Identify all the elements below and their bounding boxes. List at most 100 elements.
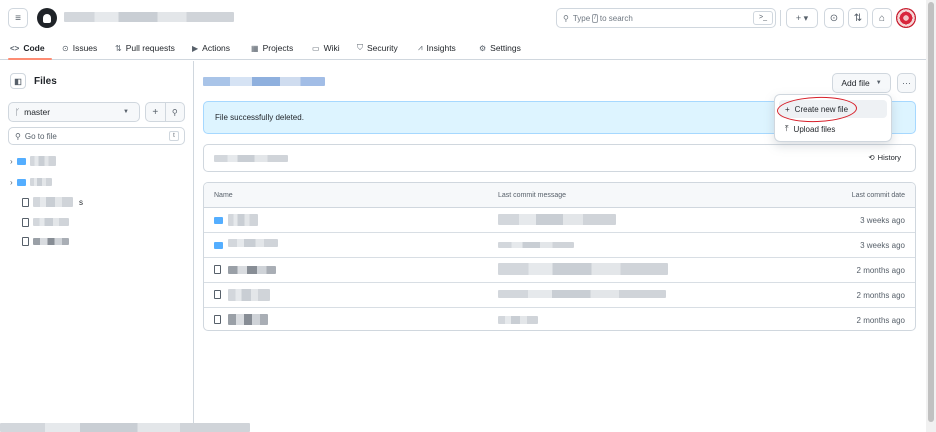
inbox-icon[interactable]: ⌂ — [872, 8, 892, 28]
table-row[interactable]: 2 months ago — [204, 308, 915, 330]
file-icon — [214, 265, 221, 274]
add-file-button[interactable]: Add file ▼ — [832, 73, 891, 93]
repo-nav: <> Code ⊙ Issues ⇅ Pull requests ▶ Actions ▦… — [0, 36, 926, 60]
file-tree-sidebar: ◧ Files ᚴ master ▼ + ⚲ ⚲ Go to file t › … — [0, 61, 194, 432]
more-options-button[interactable]: ··· — [897, 73, 916, 93]
file-name[interactable] — [228, 289, 270, 301]
github-logo-icon[interactable] — [37, 8, 57, 28]
tree-item-label — [33, 237, 69, 245]
tab-security[interactable]: ⛉ Security — [357, 40, 398, 56]
tab-projects[interactable]: ▦ Projects — [251, 40, 293, 56]
repo-path-title[interactable] — [64, 12, 234, 22]
folder-icon — [16, 157, 26, 165]
tab-label: Insights — [426, 43, 456, 53]
file-icon — [22, 197, 29, 207]
commit-message[interactable] — [498, 214, 616, 225]
folder-icon — [214, 217, 223, 224]
commit-date: 2 months ago — [856, 316, 905, 325]
files-title: Files — [34, 75, 57, 87]
commit-message[interactable] — [498, 290, 666, 298]
tree-item-label — [29, 156, 56, 166]
latest-commit-bar: ⟲ History — [203, 144, 916, 172]
commit-date: 2 months ago — [856, 266, 905, 275]
breadcrumb[interactable] — [203, 77, 325, 86]
header-divider — [780, 10, 781, 26]
add-file-label: Add file — [841, 78, 870, 88]
tab-label: Wiki — [323, 43, 340, 53]
issues-icon[interactable]: ⊙ — [824, 8, 844, 28]
create-new-file-item[interactable]: + Create new file — [779, 100, 887, 118]
scrollbar-thumb[interactable] — [928, 2, 934, 422]
latest-commit-info[interactable] — [214, 155, 288, 162]
tab-issues[interactable]: ⊙ Issues — [62, 40, 97, 56]
search-placeholder-prefix: Type — [572, 13, 591, 23]
create-new-button[interactable]: + ▾ — [786, 8, 818, 28]
hamburger-menu-icon[interactable]: ≡ — [8, 8, 28, 28]
collapse-sidebar-icon[interactable]: ◧ — [10, 73, 26, 89]
table-row[interactable]: 3 weeks ago — [204, 208, 915, 233]
tree-item-suffix: s — [79, 197, 83, 207]
commit-message[interactable] — [498, 242, 574, 248]
tab-label: Issues — [72, 43, 98, 53]
command-palette-button[interactable]: >_ — [753, 11, 773, 25]
go-to-file-input[interactable]: ⚲ Go to file t — [8, 127, 185, 145]
status-url-bar — [0, 423, 250, 432]
page-scrollbar[interactable] — [926, 0, 936, 432]
table-row[interactable]: 3 weeks ago — [204, 233, 915, 258]
menu-item-label: Upload files — [793, 124, 836, 134]
tree-file[interactable]: s — [22, 195, 83, 209]
upload-icon: ⤒ — [785, 124, 789, 133]
history-icon: ⟲ — [868, 153, 875, 162]
add-file-icon[interactable]: + — [146, 103, 165, 121]
tab-actions[interactable]: ▶ Actions — [192, 40, 230, 56]
tab-label: Security — [367, 43, 398, 53]
chevron-down-icon: ▼ — [875, 80, 882, 86]
chevron-down-icon: ▼ — [123, 109, 129, 115]
add-file-dropdown: + Create new file ⤒ Upload files — [774, 94, 892, 142]
tree-item-label — [33, 218, 69, 226]
branch-name: master — [24, 107, 51, 117]
file-name[interactable] — [228, 314, 268, 325]
column-commit-date: Last commit date — [851, 192, 905, 199]
file-name[interactable] — [228, 266, 276, 274]
go-to-file-placeholder: Go to file — [24, 131, 57, 141]
tab-label: Settings — [490, 43, 521, 53]
history-button[interactable]: ⟲ History — [868, 153, 901, 162]
chevron-right-icon: › — [10, 177, 13, 187]
folder-icon — [214, 242, 223, 249]
tree-folder[interactable]: › — [10, 154, 56, 168]
search-shortcut-key: / — [592, 13, 598, 23]
pull-requests-icon[interactable]: ⇅ — [848, 8, 868, 28]
tab-insights[interactable]: ⩘ Insights — [418, 40, 456, 56]
tab-pull-requests[interactable]: ⇅ Pull requests — [115, 40, 175, 56]
commit-date: 3 weeks ago — [860, 241, 905, 250]
tab-code[interactable]: <> Code — [10, 40, 45, 56]
active-tab-indicator — [8, 58, 52, 60]
table-row[interactable]: 2 months ago — [204, 258, 915, 283]
upload-files-item[interactable]: ⤒ Upload files — [779, 120, 887, 138]
tab-wiki[interactable]: ▭ Wiki — [312, 40, 340, 56]
commit-message[interactable] — [498, 316, 538, 324]
file-name[interactable] — [228, 214, 258, 226]
play-icon: ▶ — [192, 43, 199, 53]
tab-settings[interactable]: ⚙ Settings — [479, 40, 521, 56]
tree-folder[interactable]: › — [10, 175, 52, 189]
plus-icon: + — [785, 104, 790, 114]
file-icon — [22, 217, 29, 227]
table-icon: ▦ — [251, 43, 259, 53]
tree-file[interactable] — [22, 234, 69, 248]
tree-item-label — [33, 197, 73, 207]
commit-message[interactable] — [498, 263, 668, 275]
flash-text: File successfully deleted. — [215, 113, 304, 122]
shield-icon: ⛉ — [357, 43, 363, 52]
branch-selector[interactable]: ᚴ master ▼ — [8, 102, 140, 122]
tree-actions: + ⚲ — [145, 102, 185, 122]
avatar[interactable] — [896, 8, 916, 28]
file-name[interactable] — [228, 239, 278, 247]
table-row[interactable]: 2 months ago — [204, 283, 915, 308]
branch-icon: ᚴ — [15, 107, 21, 117]
tree-file[interactable] — [22, 215, 69, 229]
chevron-right-icon: › — [10, 156, 13, 166]
search-input[interactable]: ⚲ Type / to search >_ — [556, 8, 776, 28]
search-icon[interactable]: ⚲ — [164, 103, 185, 121]
